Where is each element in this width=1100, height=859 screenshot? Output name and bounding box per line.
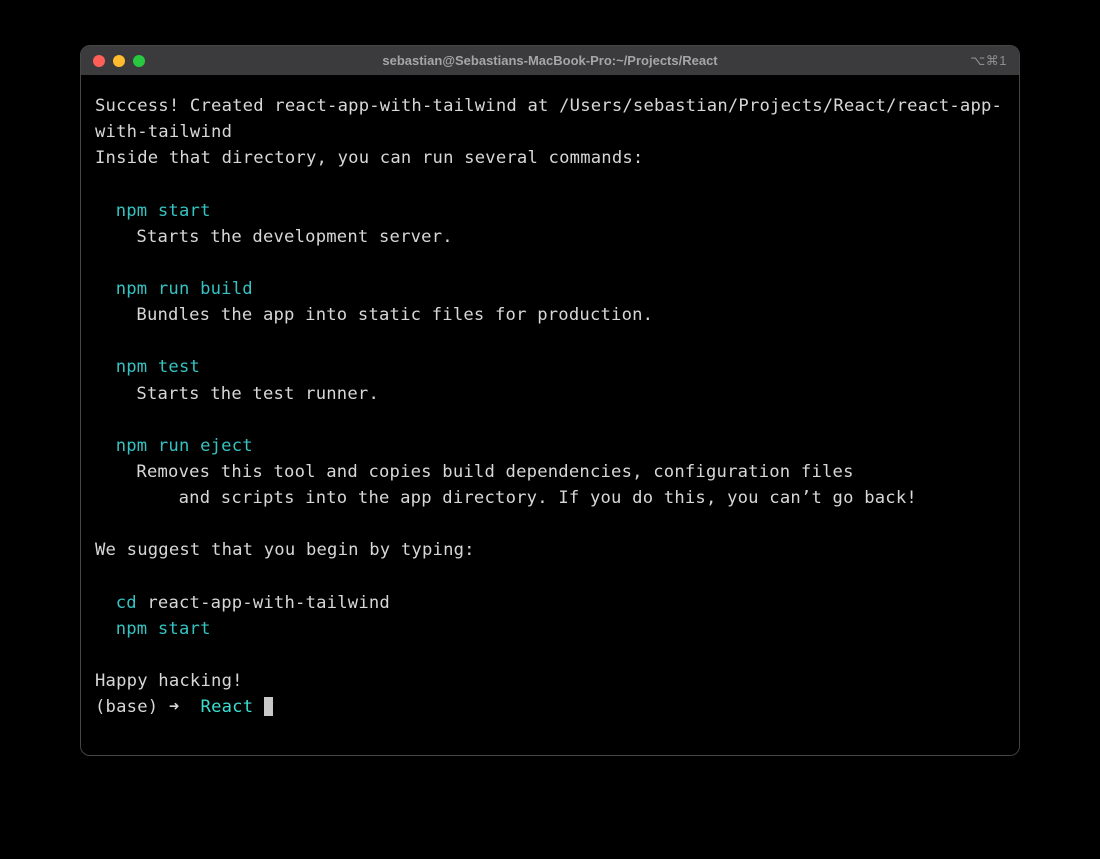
cmd-label: npm start — [116, 201, 211, 221]
cmd-desc: Starts the test runner. — [95, 381, 1005, 407]
cmd-label: npm run eject — [116, 436, 253, 456]
output-closing: Happy hacking! — [95, 671, 243, 691]
terminal-body[interactable]: Success! Created react-app-with-tailwind… — [81, 75, 1019, 755]
minimize-icon[interactable] — [113, 55, 125, 67]
output-success: Success! Created react-app-with-tailwind… — [95, 96, 1002, 142]
suggest-cd-arg: react-app-with-tailwind — [147, 593, 390, 613]
cmd-desc: Starts the development server. — [95, 224, 1005, 250]
zoom-icon[interactable] — [133, 55, 145, 67]
cmd-desc: Bundles the app into static files for pr… — [95, 302, 1005, 328]
cmd-label: npm run build — [116, 279, 253, 299]
prompt-env: (base) — [95, 697, 158, 717]
suggest-start-cmd: npm start — [116, 619, 211, 639]
output-inside: Inside that directory, you can run sever… — [95, 148, 643, 168]
cmd-desc: Removes this tool and copies build depen… — [95, 459, 1005, 511]
window-title: sebastian@Sebastians-MacBook-Pro:~/Proje… — [81, 53, 1019, 68]
close-icon[interactable] — [93, 55, 105, 67]
cursor-icon — [264, 697, 273, 716]
window-titlebar[interactable]: sebastian@Sebastians-MacBook-Pro:~/Proje… — [81, 46, 1019, 75]
cmd-label: npm test — [116, 357, 200, 377]
prompt-arrow-icon: ➜ — [169, 697, 180, 717]
traffic-lights — [93, 55, 145, 67]
suggest-cd-cmd: cd — [116, 593, 137, 613]
tab-shortcut-hint: ⌥⌘1 — [970, 53, 1007, 69]
prompt-dir: React — [201, 697, 254, 717]
output-suggest: We suggest that you begin by typing: — [95, 540, 475, 560]
terminal-window: sebastian@Sebastians-MacBook-Pro:~/Proje… — [80, 45, 1020, 756]
